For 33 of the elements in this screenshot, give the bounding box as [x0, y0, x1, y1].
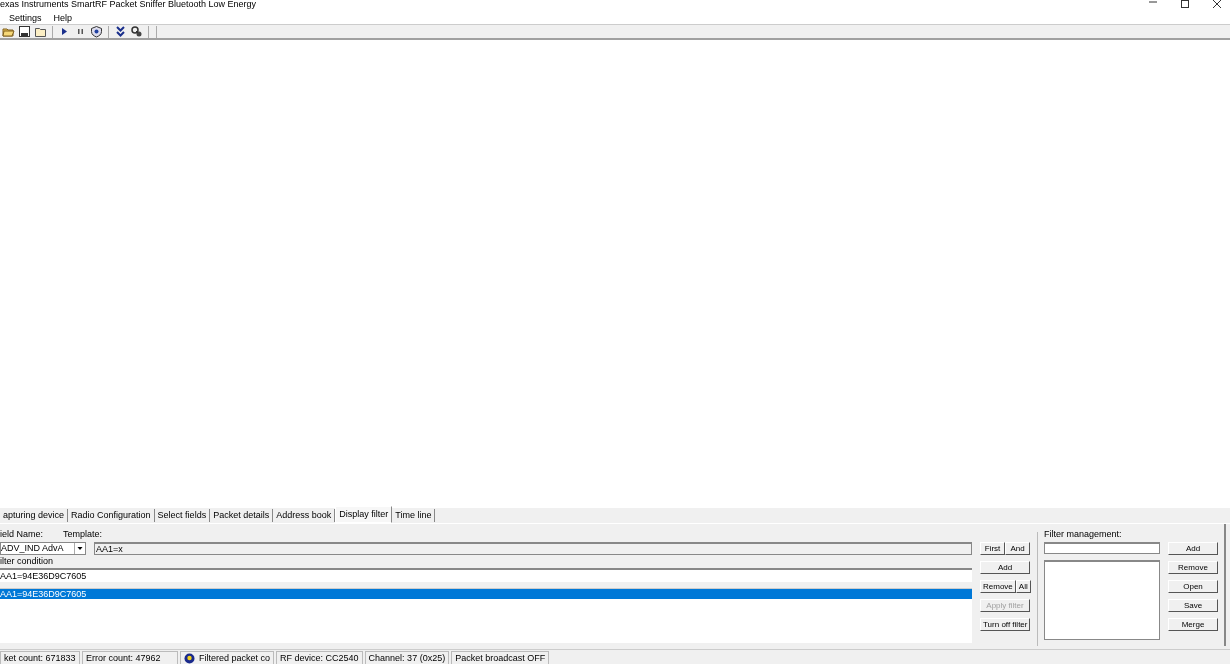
field-name-label: ield Name:: [0, 528, 44, 540]
filter-management-button[interactable]: Add: [1168, 542, 1218, 555]
status-text: Error count: 47962: [86, 652, 161, 664]
status-text: Channel: 37 (0x25): [368, 652, 446, 664]
filter-list-item[interactable]: AA1=94E36D9C7605: [0, 589, 972, 599]
filter-management-button[interactable]: Save: [1168, 599, 1218, 612]
field-name-dropdown[interactable]: ADV_IND AdvA: [0, 542, 86, 555]
filter-button[interactable]: And: [1005, 542, 1030, 555]
filter-button[interactable]: Remove: [980, 580, 1016, 593]
status-text: Packet broadcast OFF: [455, 652, 546, 664]
filter-management-button[interactable]: Merge: [1168, 618, 1218, 631]
tab[interactable]: Time line: [392, 509, 436, 522]
window-title: exas Instruments SmartRF Packet Sniffer Bluetooth Low Energy: [0, 0, 256, 9]
filter-management-button[interactable]: Open: [1168, 580, 1218, 593]
filter-button[interactable]: Add: [980, 561, 1030, 574]
filter-management-label: Filter management:: [1044, 528, 1123, 540]
status-text: RF device: CC2540: [280, 652, 359, 664]
filter-condition-label: ilter condition: [0, 555, 55, 567]
tab[interactable]: Packet details: [210, 509, 274, 522]
status-text: ket count: 671833: [4, 652, 76, 664]
filter-management-button[interactable]: Remove: [1168, 561, 1218, 574]
tab[interactable]: Select fields: [154, 509, 211, 522]
status-text: Filtered packet co: [199, 652, 271, 664]
tab[interactable]: apturing device: [0, 509, 69, 522]
template-field[interactable]: AA1=x: [94, 542, 972, 555]
tab[interactable]: Radio Configuration: [68, 509, 155, 522]
template-label: Template:: [63, 528, 103, 540]
tab[interactable]: Display filter: [335, 506, 393, 523]
menu-item[interactable]: Settings: [8, 13, 43, 23]
filter-button[interactable]: Turn off filter: [980, 618, 1031, 631]
filter-condition-field[interactable]: AA1=94E36D9C7605: [0, 568, 972, 582]
filter-button[interactable]: First: [980, 542, 1005, 555]
menu-item[interactable]: Help: [52, 13, 74, 23]
